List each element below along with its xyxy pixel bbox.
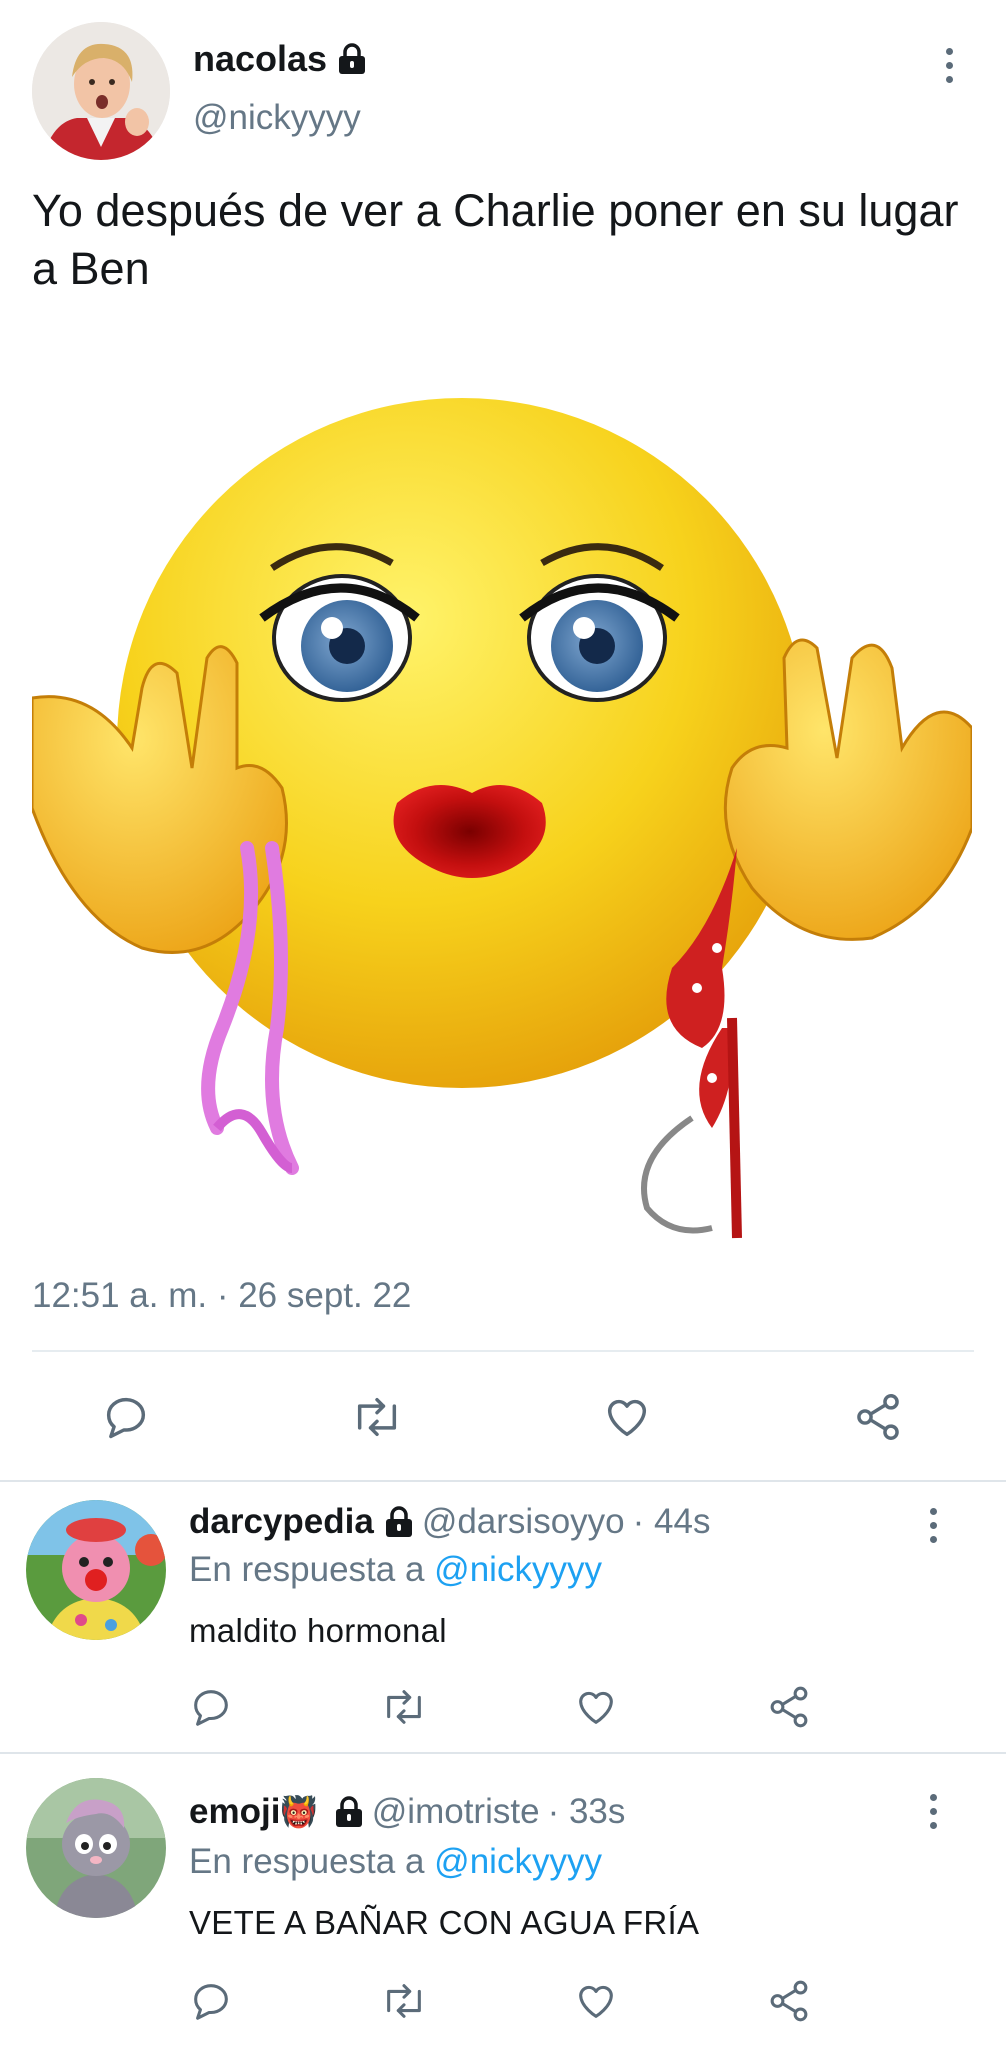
separator	[0, 1752, 1006, 1754]
reply-actions	[0, 1978, 1006, 2028]
more-icon[interactable]	[932, 46, 966, 88]
reply-context: En respuesta a @nickyyyy	[189, 1842, 602, 1882]
like-icon[interactable]	[600, 1391, 654, 1448]
share-icon[interactable]	[852, 1391, 904, 1448]
tweet-text: Yo después de ver a Charlie poner en su …	[32, 185, 959, 294]
more-icon[interactable]	[916, 1506, 950, 1548]
like-icon[interactable]	[573, 1978, 619, 2029]
reply-text: VETE A BAÑAR CON AGUA FRÍA	[189, 1904, 700, 1941]
reply-text: maldito hormonal	[189, 1612, 447, 1649]
author-name[interactable]: emoji	[189, 1792, 280, 1832]
mention-link[interactable]: @nickyyyy	[434, 1842, 602, 1881]
lock-icon	[334, 1796, 364, 1828]
reply-time: · 33s	[547, 1792, 626, 1831]
reply-to-prefix: En respuesta a	[189, 1842, 425, 1881]
mention-link[interactable]: @nickyyyy	[434, 1550, 602, 1589]
author-name-label: nacolas	[193, 38, 328, 79]
reply-actions	[0, 1684, 1006, 1734]
name-emoji: 👹	[280, 1795, 318, 1829]
avatar[interactable]	[26, 1500, 166, 1640]
avatar[interactable]	[26, 1778, 166, 1918]
avatar-image	[26, 1778, 166, 1918]
reply-icon[interactable]	[188, 1684, 234, 1735]
reply-context: En respuesta a @nickyyyy	[189, 1550, 602, 1590]
reply-icon[interactable]	[188, 1978, 234, 2029]
reply-header: emoji 👹 @imotriste · 33s	[189, 1792, 625, 1832]
avatar-image	[26, 1500, 166, 1640]
lock-icon	[337, 43, 367, 75]
tweet-media[interactable]	[32, 328, 972, 1246]
tweet-actions	[0, 1385, 1006, 1455]
like-icon[interactable]	[573, 1684, 619, 1735]
author-name[interactable]: darcypedia	[189, 1502, 374, 1542]
separator	[0, 1480, 1006, 1482]
reply-time: · 44s	[632, 1502, 711, 1541]
avatar[interactable]	[32, 22, 170, 160]
lock-icon	[384, 1506, 414, 1538]
author-handle[interactable]: @nickyyyy	[193, 98, 361, 138]
reply-to-prefix: En respuesta a	[189, 1550, 425, 1589]
retweet-icon[interactable]	[378, 1978, 430, 2029]
author-handle[interactable]: @imotriste	[372, 1792, 540, 1832]
author-name[interactable]: nacolas	[193, 38, 367, 80]
author-handle[interactable]: @darsisoyyo	[422, 1502, 625, 1542]
retweet-icon[interactable]	[348, 1391, 406, 1448]
retweet-icon[interactable]	[378, 1684, 430, 1735]
avatar-image	[32, 22, 170, 160]
share-icon[interactable]	[766, 1684, 812, 1735]
more-icon[interactable]	[916, 1792, 950, 1834]
reply-header: darcypedia @darsisoyyo · 44s	[189, 1502, 710, 1542]
share-icon[interactable]	[766, 1978, 812, 2029]
reply-icon[interactable]	[100, 1391, 152, 1448]
divider	[32, 1350, 974, 1352]
tweet-timestamp[interactable]: 12:51 a. m. · 26 sept. 22	[32, 1276, 411, 1316]
media-image	[32, 328, 972, 1246]
